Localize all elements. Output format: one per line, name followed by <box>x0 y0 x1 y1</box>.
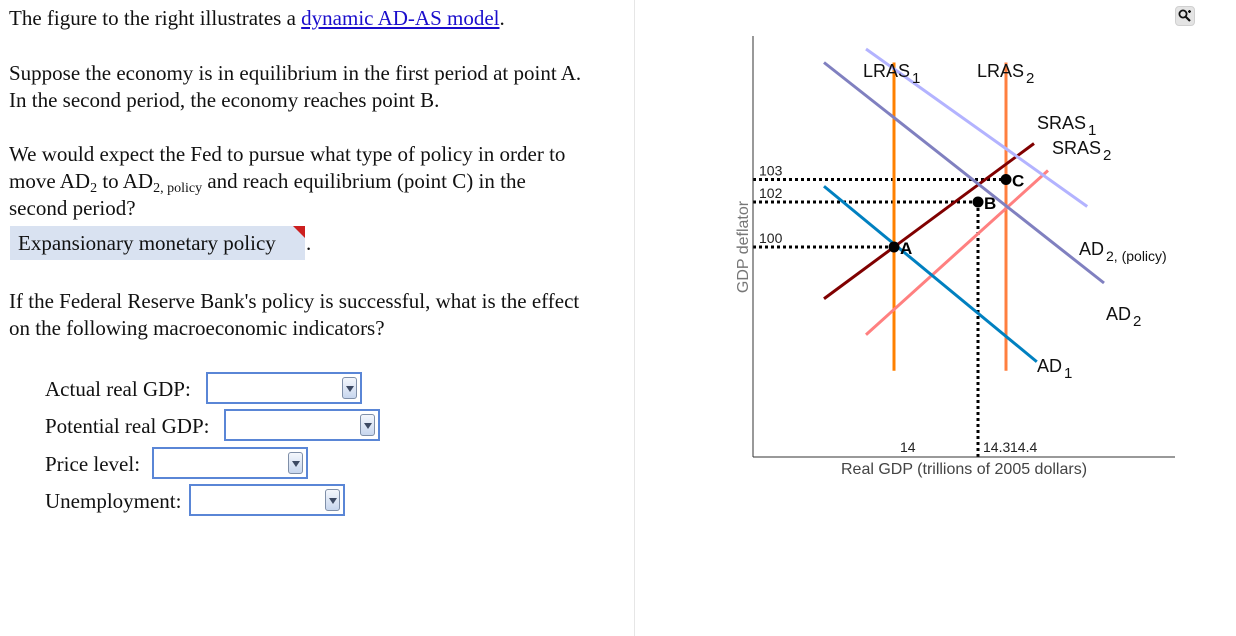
point-c <box>1000 174 1012 185</box>
curve-sras-1 <box>823 142 1035 300</box>
curve-labels: LRAS 1 LRAS 2SRAS 1SRAS 2AD 1AD 2AD 2, (policy) <box>863 61 1167 382</box>
x-tick-label-14-3: 14.3 <box>983 439 1010 455</box>
x-tick-label-14-4: 14.4 <box>1010 439 1037 455</box>
curve-label-lras-1: LRAS 1 <box>863 61 920 87</box>
curve-label-name: SRAS <box>1052 138 1101 158</box>
point-a <box>888 241 900 253</box>
curve-label-sras-1: SRAS 1 <box>1037 113 1096 139</box>
point-label-c: C <box>1012 172 1024 191</box>
curve-label-subscript: 1 <box>912 70 920 87</box>
curve-ad-2 <box>823 61 1105 285</box>
curve-label-name: AD <box>1106 304 1131 324</box>
curve-label-subscript: 1 <box>1064 365 1072 382</box>
curve-label-name: LRAS <box>977 61 1024 81</box>
x-tick-label-14: 14 <box>900 439 916 455</box>
x-axis-label: Real GDP (trillions of 2005 dollars) <box>841 461 1087 478</box>
y-tick-label-100: 100 <box>759 230 783 246</box>
curve-label-ad-1: AD 1 <box>1037 356 1072 382</box>
point-b <box>972 196 984 208</box>
curves <box>823 47 1105 371</box>
guide-lines <box>753 178 1006 457</box>
curve-label-subscript: 2, (policy) <box>1106 248 1167 264</box>
point-label-a: A <box>900 239 912 258</box>
curve-label-ad-2-policy: AD 2, (policy) <box>1079 239 1167 264</box>
equilibrium-points: A BC <box>888 172 1024 258</box>
curve-label-name: AD <box>1037 356 1062 376</box>
curve-label-name: SRAS <box>1037 113 1086 133</box>
ad-as-chart: Real GDP (trillions of 2005 dollars) GDP… <box>735 36 1175 478</box>
y-tick-label-102: 102 <box>759 185 783 201</box>
curve-label-subscript: 1 <box>1088 122 1096 139</box>
curve-label-ad-2: AD 2 <box>1106 304 1141 330</box>
point-label-b: B <box>984 194 996 213</box>
curve-label-subscript: 2 <box>1026 70 1034 87</box>
y-axis-label: GDP deflator <box>735 200 752 293</box>
curve-label-sras-2: SRAS 2 <box>1052 138 1111 164</box>
curve-label-name: AD <box>1079 239 1104 259</box>
curve-label-subscript: 2 <box>1103 147 1111 164</box>
curve-label-name: LRAS <box>863 61 910 81</box>
y-tick-label-103: 103 <box>759 163 783 179</box>
curve-label-subscript: 2 <box>1133 313 1141 330</box>
